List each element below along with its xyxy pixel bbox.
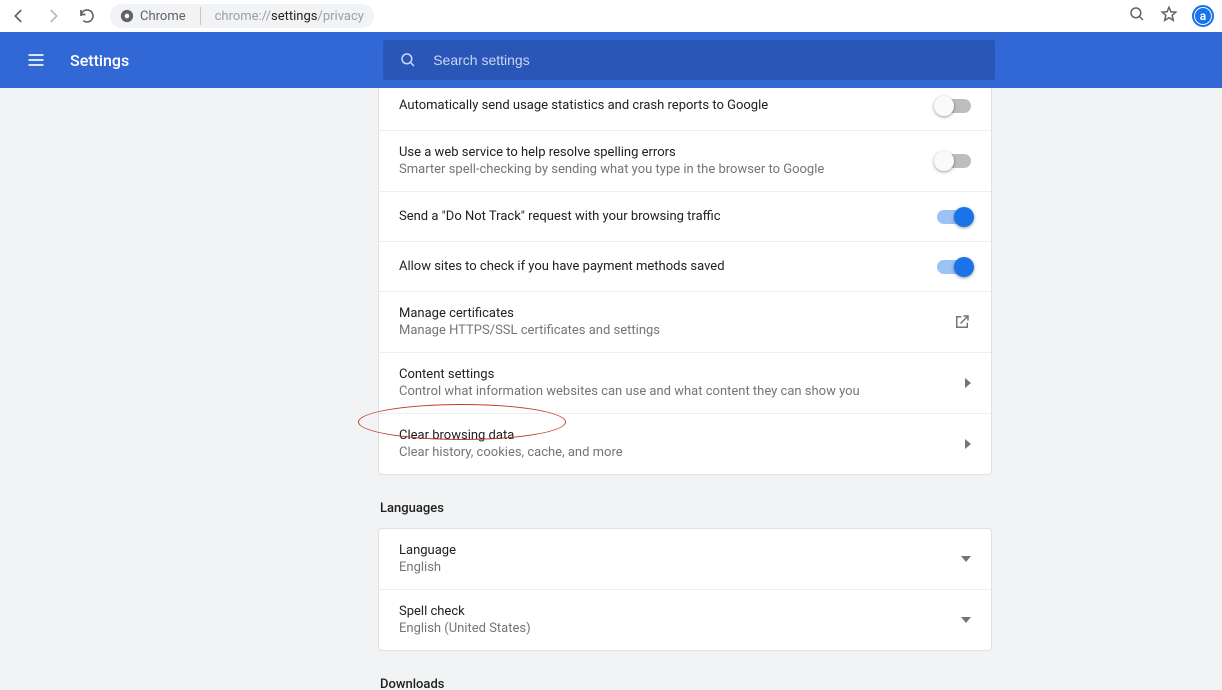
privacy-row-0: Automatically send usage statistics and … (379, 88, 991, 131)
language-row-1-control (925, 617, 971, 623)
privacy-row-3: Allow sites to check if you have payment… (379, 242, 991, 292)
privacy-row-1-toggle[interactable] (937, 154, 971, 168)
language-row-1-subtitle: English (United States) (399, 621, 913, 636)
back-button[interactable] (8, 5, 30, 27)
settings-header: Settings (0, 32, 1222, 88)
chevron-down-icon (961, 556, 971, 562)
language-row-0-title: Language (399, 543, 913, 558)
privacy-row-5-control (925, 378, 971, 388)
external-link-icon (953, 313, 971, 331)
page-zoom-icon[interactable] (1128, 5, 1146, 27)
url-display: chrome://settings/privacy (215, 9, 364, 24)
privacy-row-6-subtitle: Clear history, cookies, cache, and more (399, 445, 913, 460)
divider (200, 7, 201, 25)
downloads-section-label: Downloads (378, 677, 992, 690)
privacy-row-2: Send a "Do Not Track" request with your … (379, 192, 991, 242)
language-row-1-text: Spell check English (United States) (399, 604, 913, 636)
browser-toolbar: Chrome chrome://settings/privacy a (0, 0, 1222, 32)
settings-body: Automatically send usage statistics and … (0, 88, 1222, 690)
language-row-0-text: Language English (399, 543, 913, 575)
privacy-row-1-text: Use a web service to help resolve spelli… (399, 145, 913, 177)
search-input[interactable] (433, 52, 979, 68)
privacy-row-6-control (925, 439, 971, 449)
profile-avatar[interactable]: a (1192, 5, 1214, 27)
page-title: Settings (70, 51, 129, 70)
chevron-down-icon (961, 617, 971, 623)
privacy-row-0-title: Automatically send usage statistics and … (399, 98, 913, 113)
privacy-section-card: Automatically send usage statistics and … (378, 88, 992, 475)
privacy-row-1-subtitle: Smarter spell-checking by sending what y… (399, 162, 913, 177)
language-row-1[interactable]: Spell check English (United States) (379, 590, 991, 650)
privacy-row-4-text: Manage certificates Manage HTTPS/SSL cert… (399, 306, 913, 338)
privacy-row-1-control (925, 154, 971, 168)
privacy-row-4-control (925, 313, 971, 331)
privacy-row-0-toggle[interactable] (937, 99, 971, 113)
privacy-row-3-control (925, 260, 971, 274)
search-box[interactable] (383, 40, 995, 80)
privacy-row-1: Use a web service to help resolve spelli… (379, 131, 991, 192)
language-row-0-control (925, 556, 971, 562)
search-icon (399, 51, 417, 69)
privacy-row-4-subtitle: Manage HTTPS/SSL certificates and settin… (399, 323, 913, 338)
profile-initial: a (1200, 9, 1206, 23)
privacy-row-3-text: Allow sites to check if you have payment… (399, 259, 913, 274)
privacy-row-2-title: Send a "Do Not Track" request with your … (399, 209, 913, 224)
privacy-row-6-text: Clear browsing data Clear history, cookie… (399, 428, 913, 460)
privacy-row-0-text: Automatically send usage statistics and … (399, 98, 913, 113)
privacy-row-3-toggle[interactable] (937, 260, 971, 274)
privacy-row-0-control (925, 99, 971, 113)
languages-section-label: Languages (378, 501, 992, 528)
menu-icon[interactable] (24, 48, 48, 72)
reload-button[interactable] (76, 5, 98, 27)
privacy-row-5-title: Content settings (399, 367, 913, 382)
privacy-row-2-toggle[interactable] (937, 210, 971, 224)
privacy-row-2-control (925, 210, 971, 224)
forward-button[interactable] (42, 5, 64, 27)
privacy-row-4[interactable]: Manage certificates Manage HTTPS/SSL cert… (379, 292, 991, 353)
language-row-0-subtitle: English (399, 560, 913, 575)
chevron-right-icon (965, 439, 971, 449)
privacy-row-5[interactable]: Content settings Control what information… (379, 353, 991, 414)
chevron-right-icon (965, 378, 971, 388)
privacy-row-1-title: Use a web service to help resolve spelli… (399, 145, 913, 160)
privacy-row-2-text: Send a "Do Not Track" request with your … (399, 209, 913, 224)
privacy-row-6[interactable]: Clear browsing data Clear history, cookie… (379, 414, 991, 474)
origin-label: Chrome (140, 9, 186, 24)
language-row-1-title: Spell check (399, 604, 913, 619)
bookmark-star-icon[interactable] (1160, 5, 1178, 27)
chrome-logo-icon (120, 9, 134, 23)
privacy-row-6-title: Clear browsing data (399, 428, 913, 443)
privacy-row-3-title: Allow sites to check if you have payment… (399, 259, 913, 274)
privacy-row-5-text: Content settings Control what information… (399, 367, 913, 399)
privacy-row-4-title: Manage certificates (399, 306, 913, 321)
language-row-0[interactable]: Language English (379, 529, 991, 590)
languages-section-card: Language English Spell check English (Unite… (378, 528, 992, 651)
address-bar[interactable]: Chrome chrome://settings/privacy (110, 4, 374, 28)
privacy-row-5-subtitle: Control what information websites can us… (399, 384, 913, 399)
